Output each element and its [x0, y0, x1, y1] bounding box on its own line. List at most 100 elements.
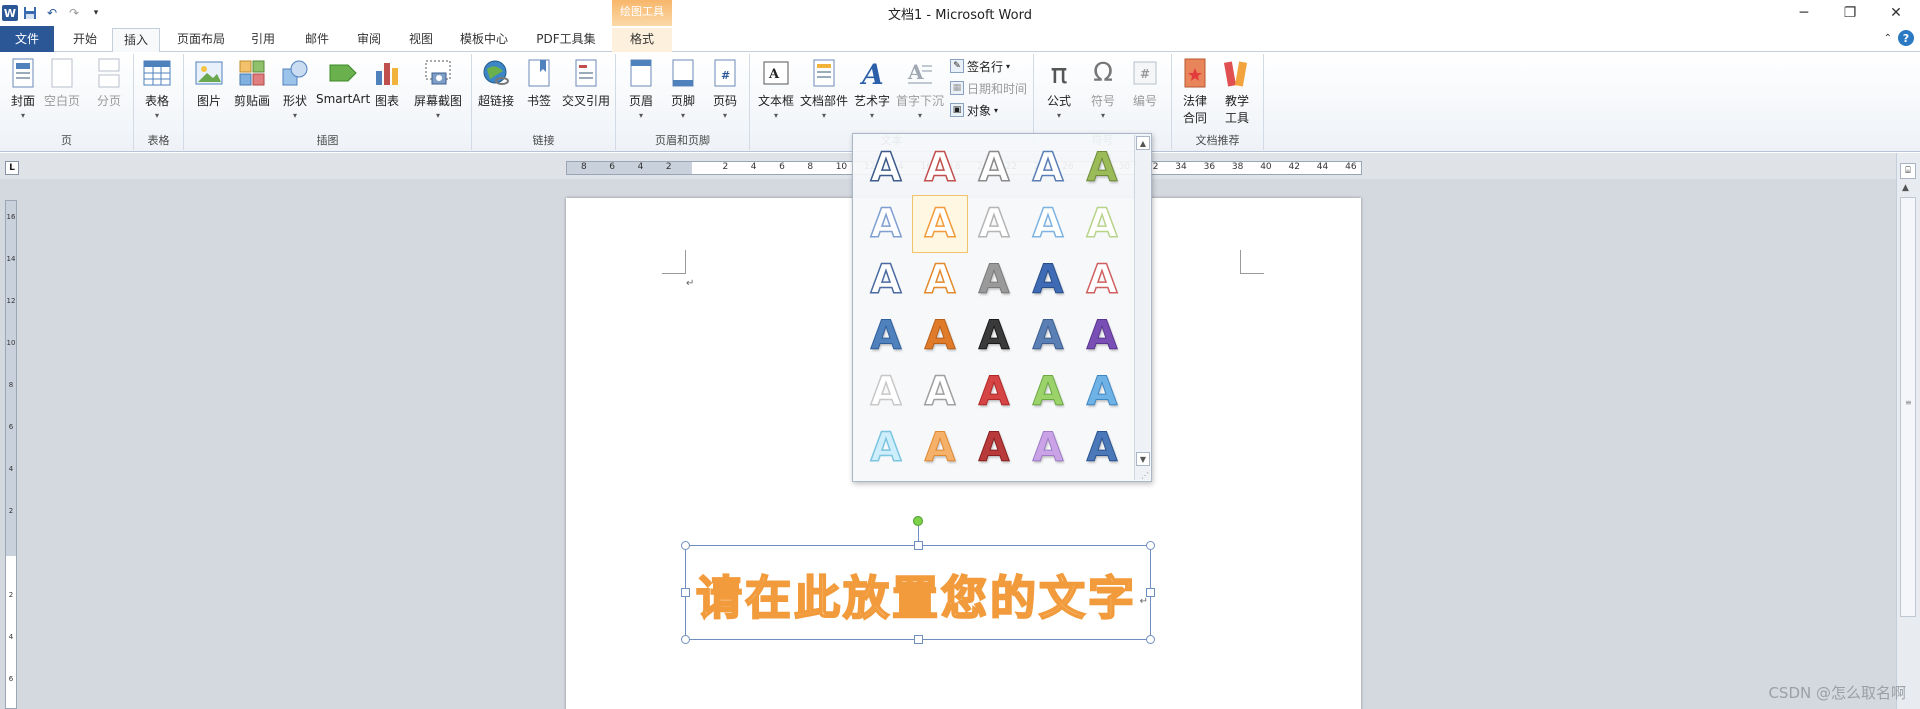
wordart-style-option[interactable]: A: [1021, 308, 1075, 364]
smartart-button[interactable]: SmartArt: [316, 58, 370, 106]
page-break-button[interactable]: 分页: [94, 58, 124, 109]
wordart-style-option[interactable]: A: [967, 252, 1021, 308]
wordart-style-option[interactable]: A: [1075, 196, 1129, 252]
wordart-button[interactable]: A 艺术字 ▾: [854, 58, 890, 120]
equation-button[interactable]: π 公式 ▾: [1044, 57, 1074, 121]
hyperlink-button[interactable]: 超链接: [478, 58, 514, 109]
wordart-style-option[interactable]: A: [1021, 196, 1075, 252]
resize-handle-w[interactable]: [681, 588, 690, 597]
wordart-style-option[interactable]: A: [967, 420, 1021, 476]
scroll-up-arrow-icon[interactable]: ▲: [1136, 136, 1150, 150]
dropcap-button[interactable]: A 首字下沉 ▾: [896, 58, 944, 120]
quickparts-button[interactable]: 文档部件 ▾: [800, 58, 848, 120]
resize-handle-sw[interactable]: [681, 635, 690, 644]
wordart-style-option[interactable]: A: [859, 196, 913, 252]
wordart-textbox[interactable]: 请在此放置您的文字 ↵: [681, 541, 1155, 644]
tab-home[interactable]: 开始: [62, 28, 108, 52]
svg-text:A: A: [907, 60, 924, 84]
tab-stop-selector[interactable]: L: [5, 161, 19, 175]
table-button[interactable]: 表格 ▾: [142, 58, 172, 120]
wordart-style-option[interactable]: A: [913, 252, 967, 308]
wordart-style-option[interactable]: A: [1021, 252, 1075, 308]
tab-mailings[interactable]: 邮件: [294, 28, 340, 52]
minimize-button[interactable]: ─: [1782, 0, 1826, 26]
wordart-style-option[interactable]: A: [912, 195, 968, 253]
tab-format[interactable]: 格式: [612, 28, 672, 52]
numbering-button[interactable]: # 编号: [1130, 58, 1160, 109]
wordart-style-option[interactable]: A: [1021, 420, 1075, 476]
chevron-down-icon: ▾: [1100, 111, 1105, 120]
clipart-button[interactable]: 剪贴画: [234, 58, 270, 109]
close-button[interactable]: ✕: [1874, 0, 1918, 26]
collapse-ribbon-icon[interactable]: ⌃: [1884, 33, 1892, 44]
resize-handle-se[interactable]: [1146, 635, 1155, 644]
wordart-style-preview-icon: A: [1032, 200, 1064, 248]
rotation-handle[interactable]: [913, 516, 923, 526]
tab-page-layout[interactable]: 页面布局: [170, 28, 232, 52]
signature-line-button[interactable]: ✎ 签名行 ▾: [950, 56, 1010, 76]
datetime-button[interactable]: ▦ 日期和时间: [950, 78, 1027, 98]
scroll-up-arrow-icon[interactable]: ▲: [1902, 183, 1909, 193]
wordart-style-option[interactable]: A: [1021, 140, 1075, 196]
legal-contract-button[interactable]: 法律 合同: [1180, 58, 1210, 126]
tab-template-center[interactable]: 模板中心: [452, 28, 516, 52]
ruler-toggle-icon[interactable]: ⌸: [1900, 163, 1916, 179]
wordart-style-option[interactable]: A: [859, 140, 913, 196]
wordart-style-option[interactable]: A: [1075, 364, 1129, 420]
tab-view[interactable]: 视图: [398, 28, 444, 52]
symbol-button[interactable]: Ω 符号 ▾: [1088, 58, 1118, 120]
textbox-button[interactable]: A 文本框 ▾: [758, 58, 794, 120]
resize-grip-icon[interactable]: ⋰: [1141, 471, 1149, 480]
ruler-tick-label: 34: [1175, 162, 1187, 172]
wordart-style-option[interactable]: A: [913, 420, 967, 476]
wordart-style-option[interactable]: A: [859, 308, 913, 364]
wordart-style-option[interactable]: A: [967, 308, 1021, 364]
resize-handle-s[interactable]: [914, 635, 923, 644]
wordart-text[interactable]: 请在此放置您的文字: [695, 562, 1137, 628]
calendar-icon: ▦: [950, 81, 964, 95]
wordart-style-option[interactable]: A: [1075, 420, 1129, 476]
tab-references[interactable]: 引用: [240, 28, 286, 52]
resize-handle-ne[interactable]: [1146, 541, 1155, 550]
teaching-tools-button[interactable]: 教学 工具: [1222, 58, 1252, 126]
wordart-style-option[interactable]: A: [859, 364, 913, 420]
crossref-button[interactable]: 交叉引用: [562, 58, 610, 109]
resize-handle-nw[interactable]: [681, 541, 690, 550]
wordart-style-option[interactable]: A: [913, 308, 967, 364]
screenshot-button[interactable]: 屏幕截图 ▾: [414, 58, 462, 120]
footer-button[interactable]: 页脚 ▾: [668, 58, 698, 120]
picture-button[interactable]: 图片: [194, 58, 224, 109]
wordart-style-option[interactable]: A: [967, 140, 1021, 196]
help-icon[interactable]: ?: [1898, 30, 1914, 46]
object-button[interactable]: ▣ 对象 ▾: [950, 100, 998, 120]
wordart-style-option[interactable]: A: [1075, 252, 1129, 308]
wordart-style-option[interactable]: A: [1021, 364, 1075, 420]
wordart-style-option[interactable]: A: [913, 140, 967, 196]
header-button[interactable]: 页眉 ▾: [626, 58, 656, 120]
shapes-button[interactable]: 形状 ▾: [280, 58, 310, 120]
wordart-style-gallery[interactable]: AAAAAAAAAAAAAAAAAAAAAAAAAAAAAA ▲ ▼ ⋰: [852, 133, 1152, 482]
bookmark-button[interactable]: 书签: [524, 58, 554, 109]
wordart-style-option[interactable]: A: [967, 364, 1021, 420]
wordart-style-option[interactable]: A: [967, 196, 1021, 252]
restore-button[interactable]: ❐: [1828, 0, 1872, 26]
wordart-style-option[interactable]: A: [859, 252, 913, 308]
chart-button[interactable]: 图表: [372, 58, 402, 109]
resize-handle-n[interactable]: [914, 541, 923, 550]
cover-button[interactable]: 封面 ▾: [8, 58, 38, 120]
tab-file[interactable]: 文件: [0, 26, 54, 52]
tab-pdf-tools[interactable]: PDF工具集: [528, 28, 604, 52]
page-number-button[interactable]: # 页码 ▾: [710, 58, 740, 120]
tab-review[interactable]: 审阅: [346, 28, 392, 52]
scroll-thumb[interactable]: ≡: [1900, 197, 1916, 617]
vertical-ruler[interactable]: 16 14 12 10 8 6 4 2 2 4 6: [5, 200, 17, 709]
wordart-style-option[interactable]: A: [1075, 308, 1129, 364]
gallery-scrollbar[interactable]: ▲ ▼: [1134, 135, 1150, 480]
scroll-down-arrow-icon[interactable]: ▼: [1136, 452, 1150, 466]
blank-page-button[interactable]: 空白页: [44, 58, 80, 109]
wordart-style-option[interactable]: A: [913, 364, 967, 420]
wordart-style-option[interactable]: A: [1075, 140, 1129, 196]
wordart-style-option[interactable]: A: [859, 420, 913, 476]
tab-insert[interactable]: 插入: [112, 28, 160, 53]
vertical-scrollbar[interactable]: ⌸ ▲ ≡: [1896, 153, 1920, 709]
